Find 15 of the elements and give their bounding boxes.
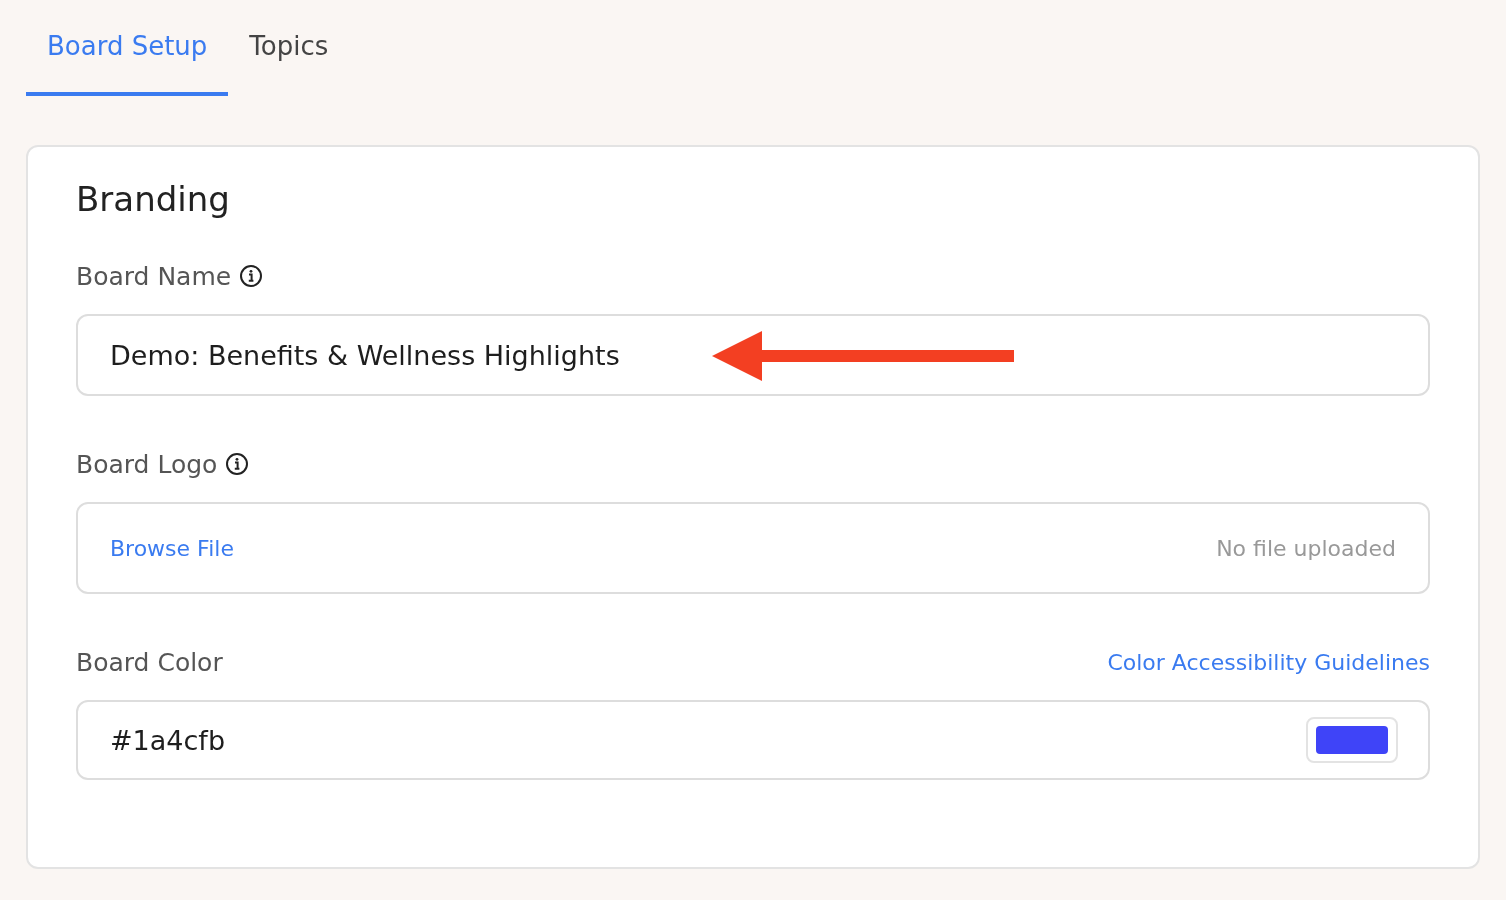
- info-icon[interactable]: [225, 452, 250, 476]
- info-icon[interactable]: [239, 264, 264, 288]
- browse-button[interactable]: Browse File: [110, 535, 234, 561]
- color-field[interactable]: #1a4cfb: [76, 700, 1430, 780]
- section-title: Branding: [76, 179, 231, 219]
- upload-status: No file uploaded: [1216, 535, 1396, 561]
- tab[interactable]: Board Setup: [26, 0, 229, 96]
- tab[interactable]: Topics: [228, 0, 350, 96]
- input-field[interactable]: Demo: Benefits & Wellness Highlights: [76, 314, 1430, 396]
- field-label: Board Logo: [76, 449, 218, 479]
- arrow-icon: [712, 330, 1014, 382]
- color-swatch[interactable]: [1306, 717, 1398, 763]
- field-label: Board Name: [76, 261, 232, 291]
- guidelines-link[interactable]: Color Accessibility Guidelines: [1107, 649, 1430, 675]
- field-label: Board Color: [76, 647, 223, 677]
